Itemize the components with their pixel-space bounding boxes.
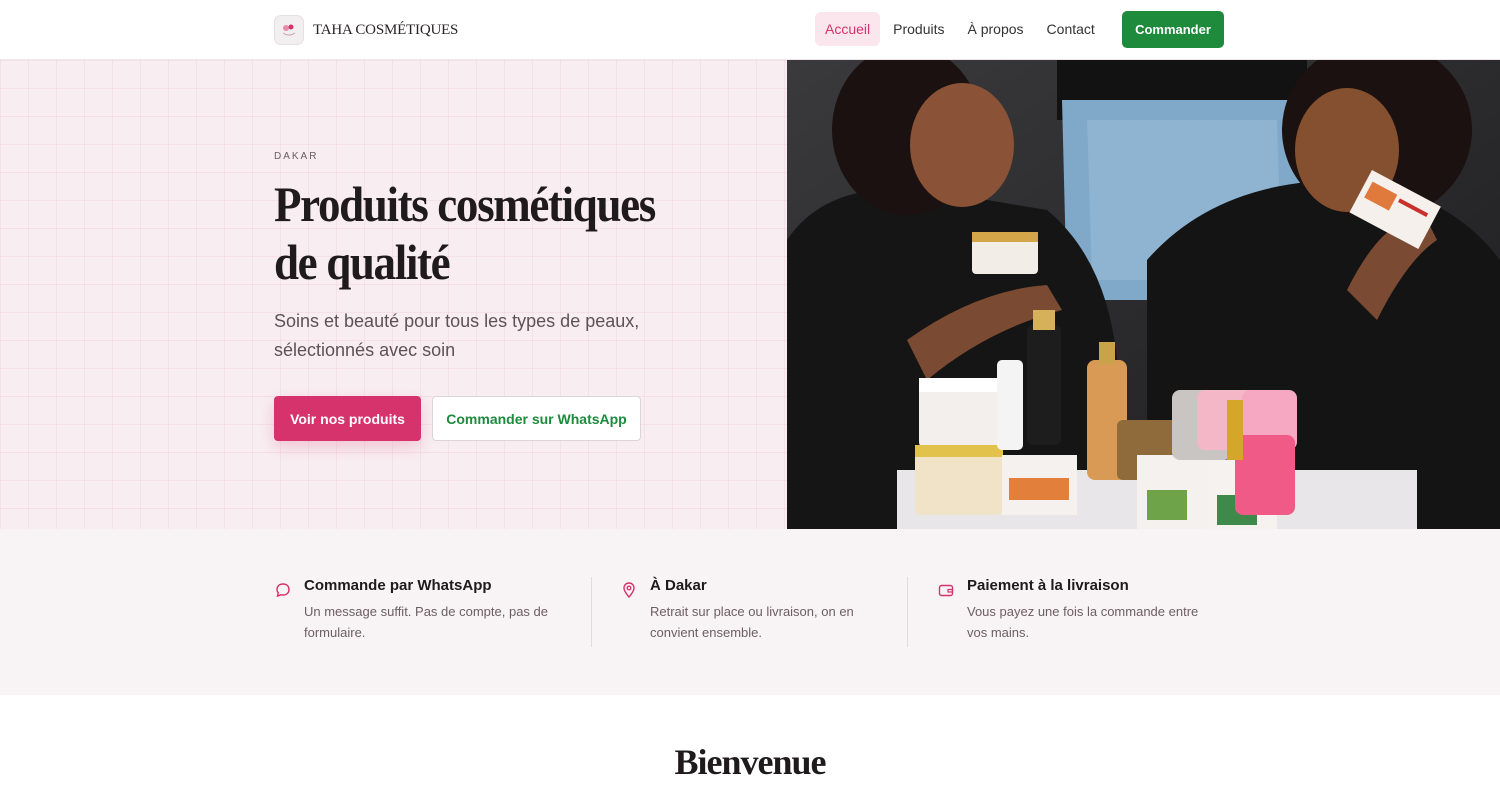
feature-divider: [591, 577, 592, 647]
features-band: Commande par WhatsApp Un message suffit.…: [0, 529, 1500, 695]
feature-dakar: À Dakar Retrait sur place ou livraison, …: [620, 577, 890, 649]
top-navigation: TAHA COSMÉTIQUES Accueil Produits À prop…: [0, 0, 1500, 60]
whatsapp-order-button[interactable]: Commander sur WhatsApp: [432, 396, 641, 441]
brand-name: TAHA COSMÉTIQUES: [313, 21, 459, 38]
view-products-button[interactable]: Voir nos produits: [274, 396, 421, 441]
logo-icon: [274, 15, 304, 45]
map-pin-icon: [620, 581, 638, 599]
feature-payment: Paiement à la livraison Vous payez une f…: [937, 577, 1227, 649]
hero-title: Produits cosmétiques de qualité: [274, 175, 688, 291]
hero-section: [0, 60, 787, 529]
nav-link-produits[interactable]: Produits: [883, 12, 954, 46]
welcome-section: Bienvenue: [0, 695, 1500, 798]
feature-description: Un message suffit. Pas de compte, pas de…: [304, 604, 549, 640]
chat-bubble-icon: [274, 581, 292, 599]
hero-subtitle: Soins et beauté pour tous les types de p…: [274, 311, 640, 360]
hero-title-line-1: Produits cosmétiques: [274, 176, 656, 232]
feature-description: Retrait sur place ou livraison, on en co…: [650, 604, 854, 640]
feature-description: Vous payez une fois la commande entre vo…: [967, 604, 1199, 640]
feature-title: À Dakar: [650, 577, 707, 594]
welcome-title: Bienvenue: [674, 742, 826, 782]
feature-title: Paiement à la livraison: [967, 577, 1129, 594]
hero-photo: [787, 60, 1500, 529]
nav-link-contact[interactable]: Contact: [1037, 12, 1105, 46]
wallet-icon: [937, 581, 955, 599]
nav-links: Accueil Produits À propos Contact: [815, 12, 1108, 46]
feature-divider: [907, 577, 908, 647]
feature-title: Commande par WhatsApp: [304, 577, 492, 594]
nav-link-a-propos[interactable]: À propos: [958, 12, 1034, 46]
feature-whatsapp: Commande par WhatsApp Un message suffit.…: [274, 577, 574, 649]
brand-logo-link[interactable]: TAHA COSMÉTIQUES: [274, 14, 458, 46]
order-button[interactable]: Commander: [1122, 11, 1224, 48]
hero-title-line-2: de qualité: [274, 234, 451, 290]
nav-link-accueil[interactable]: Accueil: [815, 12, 881, 46]
hero-eyebrow: DAKAR: [274, 151, 319, 162]
